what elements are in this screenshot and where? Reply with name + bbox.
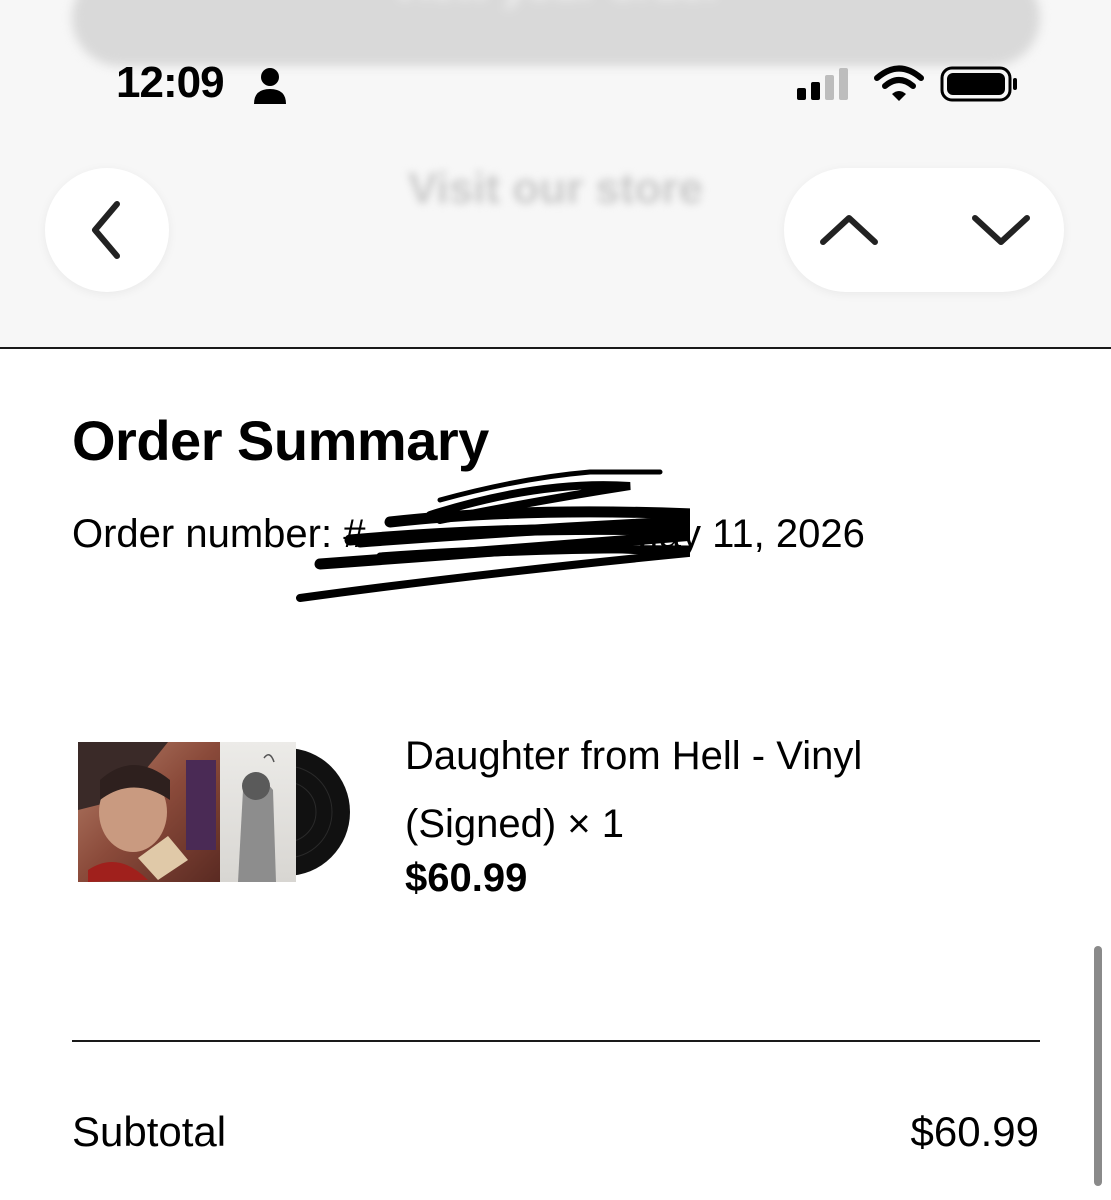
product-thumbnail[interactable]	[78, 740, 358, 884]
person-icon	[254, 68, 286, 104]
previous-button[interactable]	[814, 198, 884, 262]
chevron-left-icon	[92, 201, 120, 259]
scrollbar[interactable]	[1094, 946, 1102, 1186]
view-order-label: View your order	[72, 0, 1040, 10]
chevron-up-icon	[820, 215, 878, 245]
page-navigation	[784, 168, 1064, 292]
cellular-signal-icon	[797, 68, 848, 100]
product-price: $60.99	[405, 856, 528, 900]
subtotal-value: $60.99	[910, 1108, 1039, 1155]
battery-icon	[940, 66, 1017, 102]
next-button[interactable]	[966, 198, 1036, 262]
chevron-down-icon	[972, 215, 1030, 245]
totals-divider	[72, 1040, 1040, 1042]
status-bar: 12:09	[0, 50, 1111, 120]
subtotal-label: Subtotal	[72, 1108, 227, 1155]
redaction-scribble	[296, 469, 690, 602]
header-divider	[0, 347, 1111, 349]
status-time: 12:09	[116, 58, 225, 107]
browser-header: View your order Visit our store 12:09	[0, 0, 1111, 348]
wifi-icon	[874, 65, 924, 101]
back-button[interactable]	[45, 168, 169, 292]
product-name[interactable]: Daughter from Hell - Vinyl (Signed) × 1	[405, 722, 965, 858]
